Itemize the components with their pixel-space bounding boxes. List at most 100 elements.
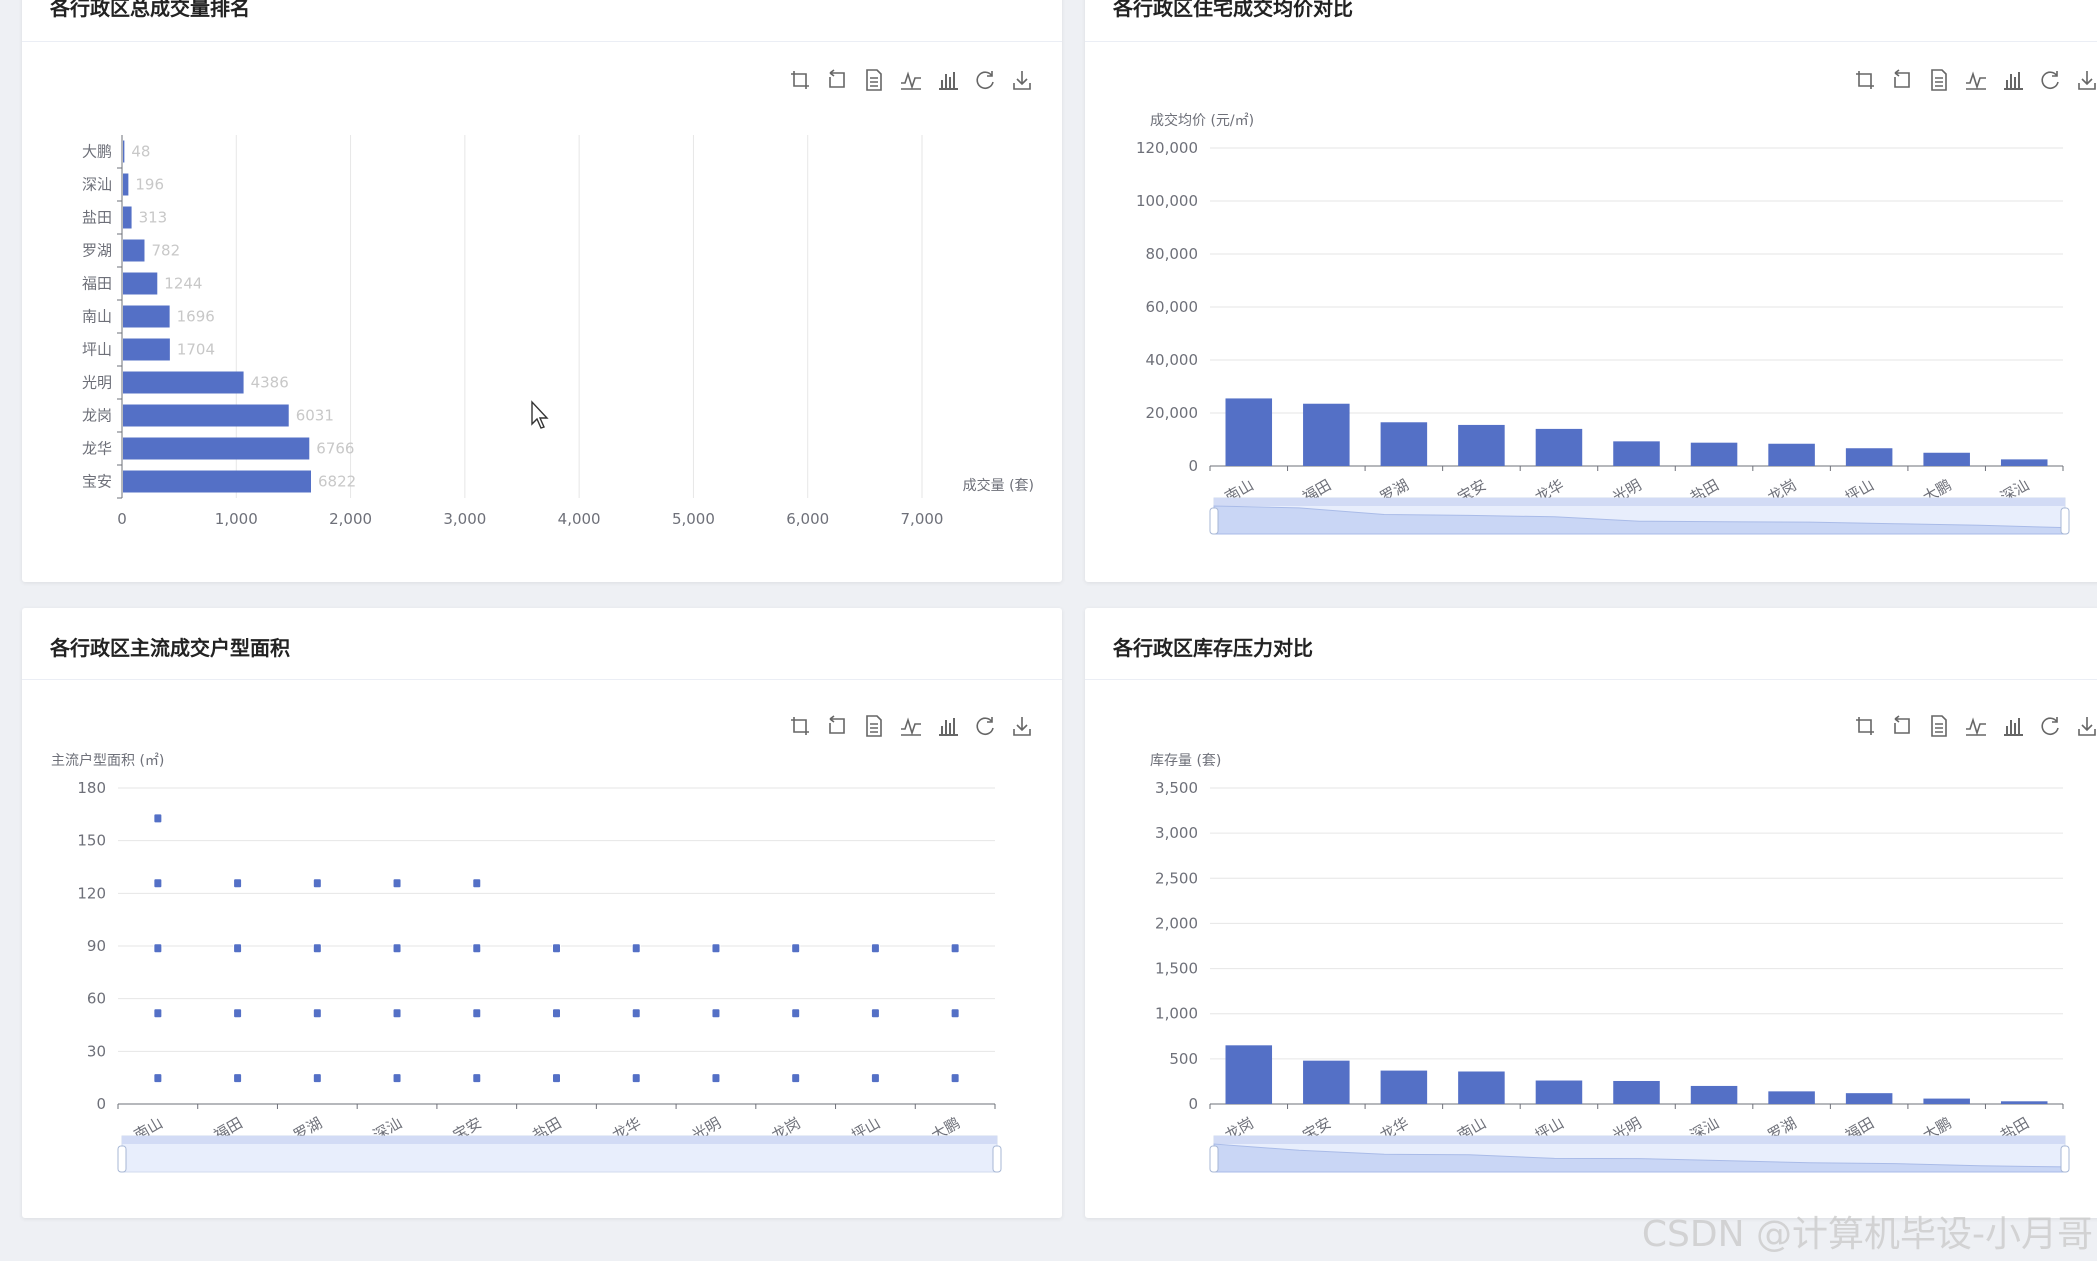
bar xyxy=(1535,428,1583,466)
bar xyxy=(123,173,129,196)
y-tick-label: 深汕 xyxy=(82,176,112,194)
y-tick-label: 3,000 xyxy=(1155,824,1198,842)
bar xyxy=(1225,1045,1273,1104)
bar-data-label: 1244 xyxy=(164,275,202,293)
y-tick-label: 0 xyxy=(1188,1095,1198,1113)
scatter-point xyxy=(950,943,960,954)
bar xyxy=(1768,1091,1815,1104)
scatter-point xyxy=(552,943,561,954)
bar xyxy=(123,338,170,361)
scatter-point xyxy=(312,1008,322,1019)
y-tick-label: 60,000 xyxy=(1146,298,1199,316)
bar xyxy=(1690,1085,1738,1104)
scatter-point xyxy=(950,1073,960,1084)
bar-data-label: 1704 xyxy=(177,341,215,359)
scatter-point xyxy=(552,1073,561,1084)
chart-unit-area: 0306090120150180主流户型面积 (㎡)南山 福田 罗湖 深汕 宝安 盐田 龙华… xyxy=(51,752,1002,1173)
y-tick-label: 40,000 xyxy=(1146,351,1199,369)
bar-data-label: 6766 xyxy=(316,440,354,458)
x-tick-label: 6,000 xyxy=(786,510,829,528)
bar xyxy=(1225,398,1273,466)
x-tick-label: 2,000 xyxy=(329,510,372,528)
bar xyxy=(2000,459,2048,466)
bar xyxy=(123,470,311,493)
y-tick-label: 20,000 xyxy=(1146,404,1199,422)
bar-data-label: 196 xyxy=(135,176,164,194)
datazoom-handle-right[interactable] xyxy=(992,1145,1002,1173)
bar xyxy=(123,272,158,295)
x-tick-label: 4,000 xyxy=(558,510,601,528)
bar xyxy=(123,239,145,262)
scatter-point xyxy=(950,1008,960,1019)
y-tick-label: 光明 xyxy=(82,374,112,392)
scatter-point xyxy=(631,943,641,954)
y-tick-label: 180 xyxy=(77,779,106,797)
datazoom-handle-left[interactable] xyxy=(1209,1145,1219,1173)
bar xyxy=(1458,1071,1505,1104)
chart-avg-price: 0 20,000 40,000 60,000 80,000 100,000 120,000 成… xyxy=(1136,112,2070,535)
scatter-point xyxy=(472,1008,482,1019)
y-tick-label: 500 xyxy=(1169,1050,1198,1068)
panel-avg-price: 各行政区住宅成交均价对比 0 20,000 40,000 60,000 80,000 10… xyxy=(1085,0,2097,582)
scatter-point xyxy=(870,1073,880,1084)
panel-inventory: 各行政区库存压力对比 0 500 1,000 1,500 2,000 2,500 3,000… xyxy=(1085,608,2097,1218)
bar xyxy=(1380,422,1428,466)
bar xyxy=(1613,1080,1660,1104)
datazoom-handle-left[interactable] xyxy=(117,1145,127,1173)
scatter-point xyxy=(392,1008,402,1019)
bar xyxy=(123,140,125,163)
y-tick-label: 龙岗 xyxy=(82,407,112,425)
y-tick-label: 150 xyxy=(77,832,106,850)
x-axis-label: 成交量 (套) xyxy=(963,477,1034,494)
bar-data-label: 6822 xyxy=(318,473,356,491)
y-tick-label: 大鹏 xyxy=(82,143,112,161)
scatter-point xyxy=(312,943,322,954)
panel-unit-area: 各行政区主流成交户型面积 0 30 60 90 120 150 180 主流户型面积 (㎡) 南… xyxy=(22,608,1062,1218)
scatter-point xyxy=(472,943,482,954)
scatter-point xyxy=(631,1008,641,1019)
scatter-point xyxy=(153,1008,163,1019)
y-tick-label: 盐田 xyxy=(82,209,112,227)
bar-data-label: 313 xyxy=(139,209,168,227)
bar xyxy=(1535,1080,1583,1104)
bar xyxy=(1923,452,1970,466)
scatter-point xyxy=(552,1008,561,1019)
datazoom-handle-right[interactable] xyxy=(2060,1145,2070,1173)
y-tick-label: 罗湖 xyxy=(82,242,112,260)
datazoom-top-bar xyxy=(1214,498,2065,506)
bar xyxy=(1768,443,1815,466)
y-tick-label: 宝安 xyxy=(82,473,112,491)
datazoom-handle-right[interactable] xyxy=(2060,507,2070,535)
datazoom-handle-left[interactable] xyxy=(1209,507,1219,535)
scatter-point xyxy=(233,943,243,954)
y-axis-label: 主流户型面积 (㎡) xyxy=(51,752,164,769)
datazoom-slider xyxy=(1209,497,2070,535)
bar xyxy=(123,305,170,328)
bar-data-label: 782 xyxy=(151,242,180,260)
bar xyxy=(1690,442,1738,466)
y-tick-label: 南山 xyxy=(82,308,112,326)
bar xyxy=(1303,403,1350,466)
y-tick-label: 90 xyxy=(87,937,106,955)
bar-data-label: 6031 xyxy=(296,407,334,425)
scatter-point xyxy=(711,1008,721,1019)
scatter-point xyxy=(153,1073,163,1084)
scatter-point xyxy=(153,943,163,954)
bar xyxy=(123,437,310,460)
bar xyxy=(1845,1093,1893,1104)
scatter-point xyxy=(312,1073,322,1084)
scatter-point xyxy=(791,1073,801,1084)
bar xyxy=(1923,1098,1970,1104)
scatter-point xyxy=(153,813,163,824)
y-tick-label: 0 xyxy=(1188,457,1198,475)
y-tick-label: 60 xyxy=(87,990,106,1008)
scatter-point xyxy=(153,878,163,889)
chart-inventory: 0 500 1,000 1,500 2,000 2,500 3,000 3,500 库存量 (套… xyxy=(1150,753,2070,1173)
x-tick-label: 0 xyxy=(117,510,127,528)
scatter-point xyxy=(870,1008,880,1019)
y-tick-label: 坪山 xyxy=(82,341,112,359)
bar xyxy=(123,404,289,427)
y-tick-label: 100,000 xyxy=(1136,192,1198,210)
scatter-point xyxy=(233,878,243,889)
scatter-point xyxy=(472,878,482,889)
